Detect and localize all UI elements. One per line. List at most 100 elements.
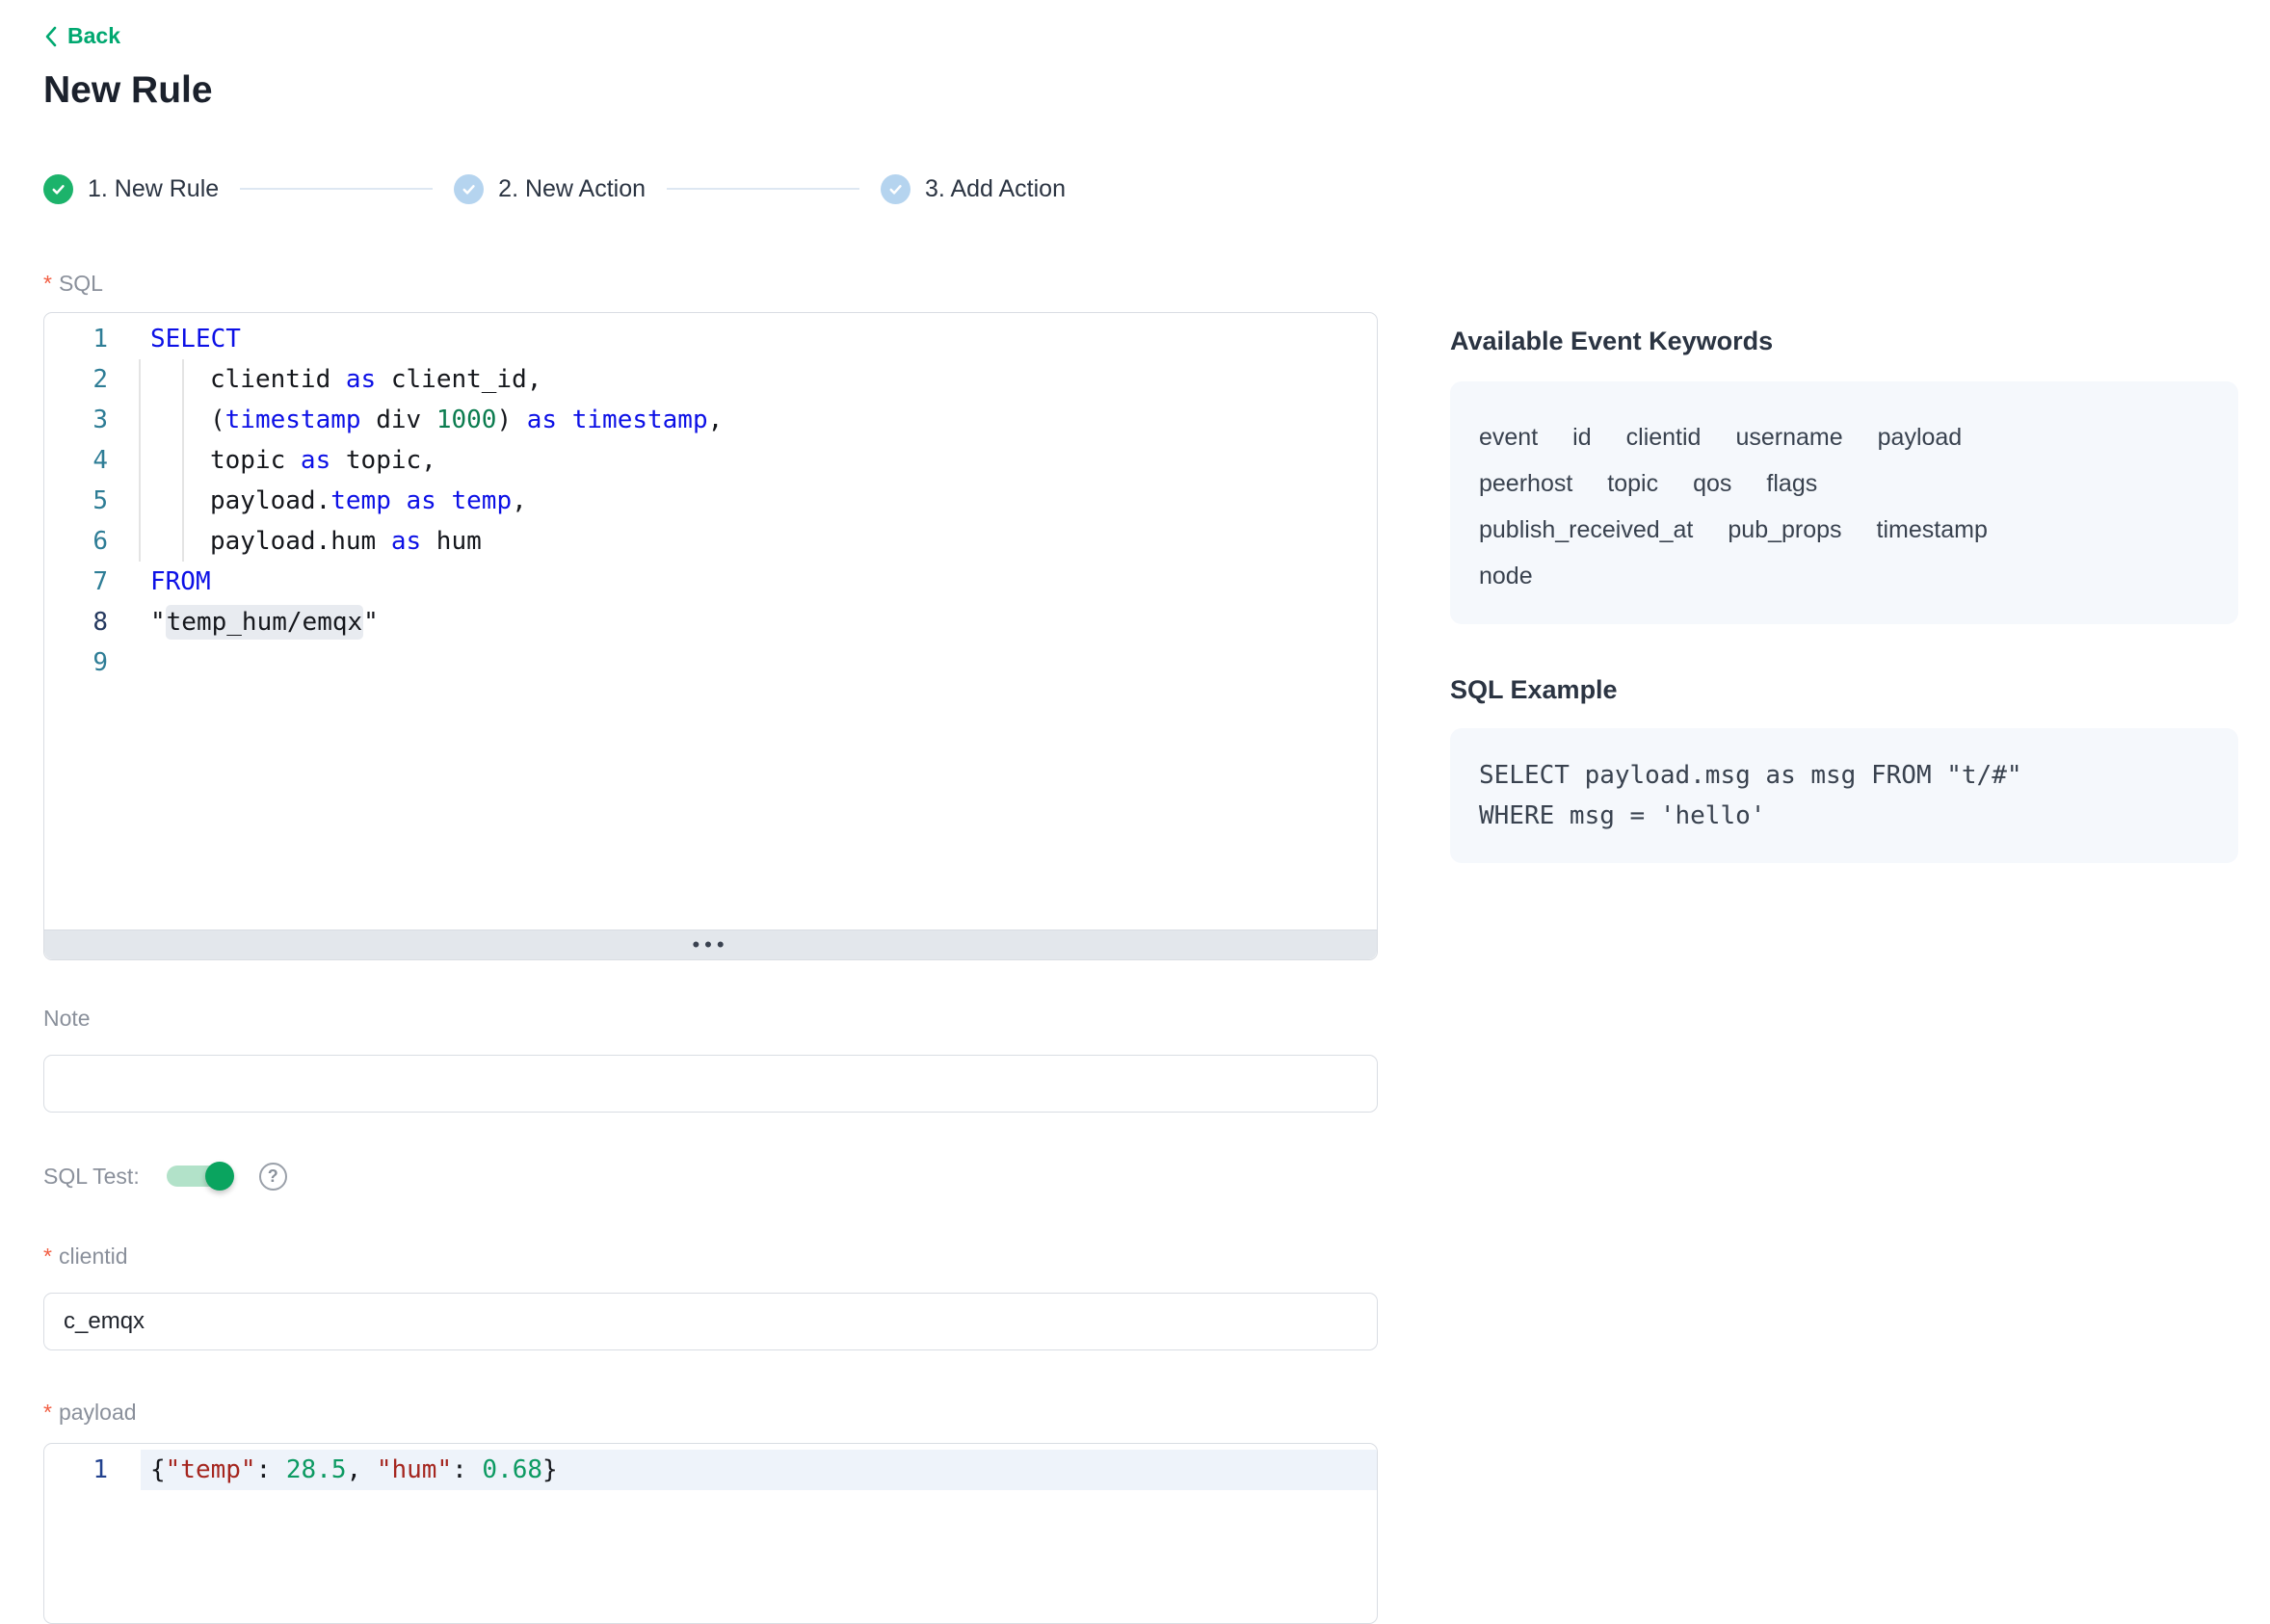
code-line-row: 9 — [44, 642, 1377, 683]
indent-guide — [182, 359, 184, 400]
indent-guide — [182, 521, 184, 562]
event-keyword: payload — [1878, 414, 1963, 460]
code-line: SELECT — [141, 319, 1377, 359]
new-rule-page: Back New Rule 1. New Rule 2. New Action 3.… — [0, 0, 2270, 1624]
event-keyword: flags — [1766, 460, 1817, 507]
line-number: 1 — [44, 325, 141, 354]
code-line-row: 7FROM — [44, 562, 1377, 602]
line-number: 7 — [44, 567, 141, 596]
line-number: 9 — [44, 648, 141, 677]
keyword-row: node — [1479, 553, 2209, 599]
sql-test-label: SQL Test: — [43, 1163, 140, 1190]
sql-example-line: SELECT payload.msg as msg FROM "t/#" — [1479, 755, 2209, 796]
indent-guide — [182, 440, 184, 481]
sql-example-title: SQL Example — [1450, 674, 2238, 705]
event-keyword: qos — [1693, 460, 1731, 507]
step-label: 2. New Action — [498, 175, 646, 203]
note-field-label: Note — [43, 1005, 1378, 1032]
code-line-row: 5payload.temp as temp, — [44, 481, 1377, 521]
event-keyword: username — [1735, 414, 1842, 460]
keyword-row: peerhost topic qos flags — [1479, 460, 2209, 507]
code-line: topic as topic, — [141, 440, 1377, 481]
event-keyword: event — [1479, 414, 1538, 460]
code-line: (timestamp div 1000) as timestamp, — [141, 400, 1377, 440]
note-input[interactable] — [43, 1055, 1378, 1113]
editor-resize-handle[interactable]: ••• — [44, 930, 1377, 959]
sql-code-area[interactable]: 1SELECT2clientid as client_id,3(timestam… — [44, 313, 1377, 930]
event-keyword: topic — [1607, 460, 1658, 507]
keywords-title: Available Event Keywords — [1450, 326, 2238, 356]
sql-example-box: SELECT payload.msg as msg FROM "t/#"WHER… — [1450, 728, 2238, 863]
code-line-row: 6payload.hum as hum — [44, 521, 1377, 562]
event-keyword: peerhost — [1479, 460, 1572, 507]
required-marker: * — [43, 1400, 52, 1425]
clientid-field-label: *clientid — [43, 1243, 1378, 1270]
rule-form: *SQL 1SELECT2clientid as client_id,3(tim… — [43, 270, 1378, 1624]
check-icon — [43, 174, 73, 204]
step-3[interactable]: 3. Add Action — [881, 174, 1066, 204]
event-keyword: id — [1572, 414, 1591, 460]
sql-editor[interactable]: 1SELECT2clientid as client_id,3(timestam… — [43, 312, 1378, 960]
step-label: 3. Add Action — [925, 175, 1066, 203]
clientid-input[interactable] — [43, 1293, 1378, 1350]
sql-field-label: *SQL — [43, 270, 1378, 297]
line-number: 6 — [44, 527, 141, 556]
step-2[interactable]: 2. New Action — [454, 174, 646, 204]
step-connector — [240, 188, 433, 190]
stepper: 1. New Rule 2. New Action 3. Add Action — [43, 174, 2270, 204]
indent-guide — [182, 481, 184, 521]
line-number: 2 — [44, 365, 141, 394]
line-number: 8 — [44, 608, 141, 637]
code-line: FROM — [141, 562, 1377, 602]
line-number: 3 — [44, 406, 141, 434]
line-number: 4 — [44, 446, 141, 475]
keyword-row: publish_received_at pub_props timestamp — [1479, 507, 2209, 553]
payload-code-area[interactable]: 1{"temp": 28.5, "hum": 0.68} — [44, 1444, 1377, 1623]
sql-example-line: WHERE msg = 'hello' — [1479, 796, 2209, 836]
keywords-box: eventid clientid username payload peerhost to… — [1450, 381, 2238, 624]
indent-guide — [182, 400, 184, 440]
event-keyword: publish_received_at — [1479, 507, 1693, 553]
indent-guide — [139, 400, 141, 440]
required-marker: * — [43, 1244, 52, 1269]
indent-guide — [139, 440, 141, 481]
code-line-row: 2clientid as client_id, — [44, 359, 1377, 400]
code-line: "temp_hum/emqx" — [141, 602, 1377, 642]
line-number: 5 — [44, 486, 141, 515]
help-panel: Available Event Keywords eventid clientid… — [1450, 270, 2238, 863]
step-1[interactable]: 1. New Rule — [43, 174, 219, 204]
code-line-row: 1{"temp": 28.5, "hum": 0.68} — [44, 1450, 1377, 1490]
page-title: New Rule — [43, 68, 2270, 113]
required-marker: * — [43, 271, 52, 296]
code-line: {"temp": 28.5, "hum": 0.68} — [141, 1450, 1377, 1490]
line-number: 1 — [44, 1455, 141, 1484]
code-line: payload.temp as temp, — [141, 481, 1377, 521]
code-line-row: 1SELECT — [44, 319, 1377, 359]
payload-editor[interactable]: 1{"temp": 28.5, "hum": 0.68} — [43, 1443, 1378, 1624]
code-line — [141, 642, 1377, 683]
event-keyword: node — [1479, 553, 1533, 599]
help-icon[interactable]: ? — [259, 1163, 287, 1191]
chevron-left-icon — [43, 25, 59, 48]
code-line-row: 3(timestamp div 1000) as timestamp, — [44, 400, 1377, 440]
toggle-knob — [205, 1162, 234, 1191]
event-keyword: pub_props — [1728, 507, 1841, 553]
step-label: 1. New Rule — [88, 175, 219, 203]
event-keyword: timestamp — [1877, 507, 1988, 553]
sql-test-toggle[interactable] — [167, 1166, 232, 1187]
payload-field-label: *payload — [43, 1399, 1378, 1426]
step-connector — [667, 188, 859, 190]
indent-guide — [139, 481, 141, 521]
code-line-row: 8"temp_hum/emqx" — [44, 602, 1377, 642]
code-line-row: 4topic as topic, — [44, 440, 1377, 481]
back-label: Back — [67, 23, 120, 49]
back-link[interactable]: Back — [43, 23, 120, 49]
code-line: payload.hum as hum — [141, 521, 1377, 562]
code-line: clientid as client_id, — [141, 359, 1377, 400]
event-keyword: clientid — [1626, 414, 1702, 460]
indent-guide — [139, 359, 141, 400]
check-icon — [454, 174, 484, 204]
indent-guide — [139, 521, 141, 562]
check-icon — [881, 174, 911, 204]
keyword-row: eventid clientid username payload — [1479, 414, 2209, 460]
